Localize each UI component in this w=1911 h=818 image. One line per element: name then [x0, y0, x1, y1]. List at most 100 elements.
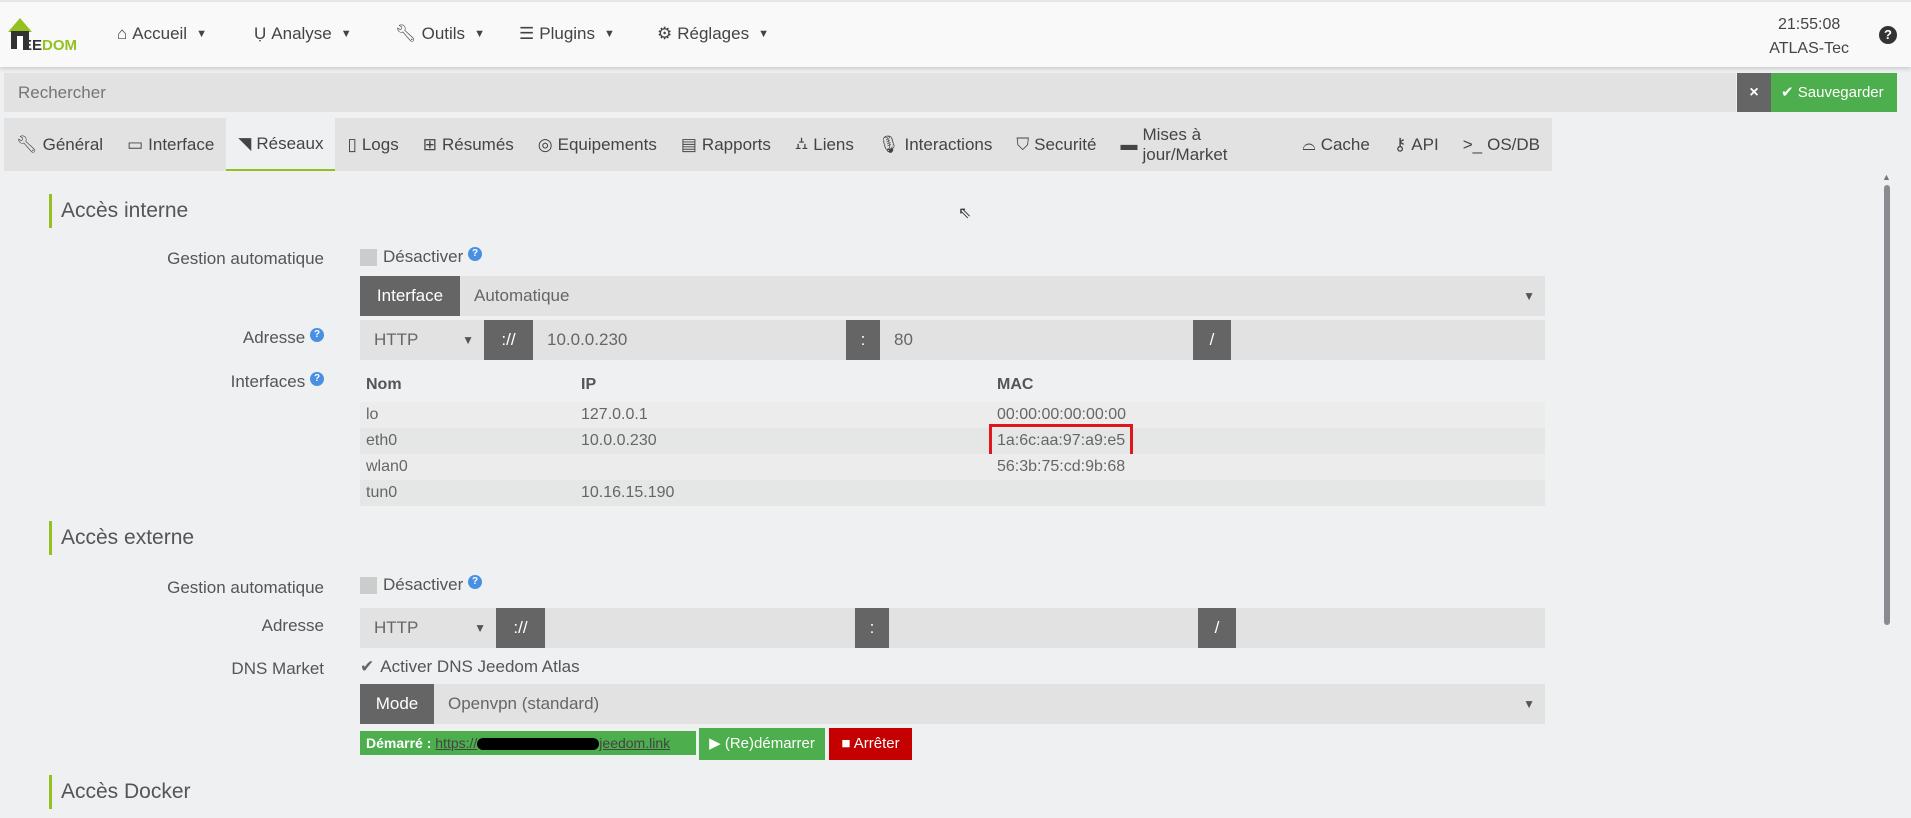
rss-icon: ◥: [238, 133, 252, 153]
key-icon: ⚷: [1393, 134, 1407, 154]
protocol-select-external[interactable]: HTTP ▼: [360, 608, 496, 648]
ip-input-internal[interactable]: 10.0.0.230: [533, 320, 846, 360]
path-separator: /: [1198, 608, 1236, 648]
sitemap-icon: ⛼: [794, 133, 809, 153]
scrollbar-thumb[interactable]: [1884, 185, 1890, 625]
table-header: Nom IP MAC: [366, 376, 1034, 393]
stop-icon: ■: [841, 735, 851, 752]
help-icon[interactable]: ?: [1879, 26, 1897, 44]
restart-dns-button[interactable]: ▶ (Re)démarrer: [699, 728, 825, 760]
nav-analyse[interactable]: Ụ Analyse ▼: [254, 24, 352, 44]
scheme-separator: ://: [496, 608, 545, 648]
checkbox[interactable]: [360, 249, 377, 267]
caret-down-icon: ▼: [1523, 697, 1535, 711]
newspaper-icon: ▤: [680, 134, 697, 154]
table-row: tun0 10.16.15.190: [360, 480, 1545, 506]
mode-addon: Mode: [360, 684, 434, 724]
checkbox-dns-atlas[interactable]: ✔ Activer DNS Jeedom Atlas: [360, 657, 580, 677]
clock-user: 21:55:08 ATLAS-Tec: [1769, 13, 1849, 61]
tab-general[interactable]: 🔧︎ Général: [4, 118, 115, 171]
scroll-up-icon[interactable]: ▲: [1882, 172, 1891, 182]
user-name: ATLAS-Tec: [1769, 40, 1849, 57]
terminal-icon: >_: [1462, 134, 1483, 154]
table-row: lo 127.0.0.1 00:00:00:00:00:00: [360, 402, 1545, 428]
dns-url-link[interactable]: https://jeedom.link: [435, 735, 670, 751]
label-auto-external: Gestion automatique: [167, 578, 324, 597]
mode-select[interactable]: Openvpn (standard) ▼: [434, 684, 1545, 724]
label-address-internal: Adresse ?: [243, 328, 324, 348]
interface-addon: Interface: [360, 276, 460, 316]
interface-select[interactable]: Automatique ▼: [460, 276, 1545, 316]
label-dns-market: DNS Market: [231, 659, 324, 678]
hdd-icon: ⌓: [1302, 134, 1316, 154]
path-input-internal[interactable]: [1231, 320, 1545, 360]
home-icon: ⌂: [117, 24, 128, 43]
label-interfaces: Interfaces ?: [231, 372, 324, 392]
caret-down-icon: ▼: [474, 621, 486, 635]
nav-reglages[interactable]: ⚙ Réglages ▼: [657, 24, 769, 44]
equipment-icon: ◎: [537, 134, 553, 154]
tab-mises-a-jour[interactable]: ▬ Mises à jour/Market: [1108, 118, 1290, 171]
checkbox-disable-external[interactable]: Désactiver ?: [360, 575, 483, 595]
port-separator: :: [855, 608, 889, 648]
port-input-external[interactable]: [889, 608, 1198, 648]
highlighted-mac: 1a:6c:aa:97:a9:e5: [988, 424, 1134, 458]
help-question-icon[interactable]: ?: [310, 372, 324, 386]
port-input-internal[interactable]: 80: [880, 320, 1193, 360]
check-icon[interactable]: ✔: [360, 657, 374, 676]
tab-logs[interactable]: ▯ Logs: [335, 118, 410, 171]
laptop-icon: ▭: [127, 134, 144, 154]
section-title-internal: Accès interne: [49, 194, 188, 228]
checkbox[interactable]: [360, 577, 377, 595]
jeedom-logo[interactable]: EEDOM: [6, 16, 92, 56]
clear-search-button[interactable]: ×: [1737, 73, 1771, 112]
help-question-icon[interactable]: ?: [468, 575, 483, 589]
shield-icon: ⛉: [1016, 134, 1030, 154]
search-input[interactable]: [4, 73, 1736, 112]
tab-equipements[interactable]: ◎ Equipements: [526, 118, 669, 171]
save-button[interactable]: ✔ Sauvegarder: [1771, 73, 1897, 112]
checkbox-disable-internal[interactable]: Désactiver ?: [360, 247, 483, 267]
caret-down-icon: ▼: [340, 28, 352, 40]
caret-down-icon: ▼: [604, 28, 615, 40]
nav-plugins[interactable]: ☰ Plugins ▼: [519, 24, 615, 44]
nav-accueil[interactable]: ⌂ Accueil ▼: [117, 24, 207, 44]
tab-interactions[interactable]: 🎙︎ Interactions: [866, 118, 1004, 171]
protocol-select-internal[interactable]: HTTP ▼: [360, 320, 484, 360]
tab-liens[interactable]: ⛼ Liens: [783, 118, 866, 171]
path-input-external[interactable]: [1236, 608, 1545, 648]
tab-resumes[interactable]: ⊞ Résumés: [411, 118, 526, 171]
tab-securite[interactable]: ⛉ Securité: [1004, 118, 1108, 171]
wrench-icon: 🔧︎: [16, 134, 38, 154]
dns-status-badge: Démarré : https://jeedom.link: [360, 731, 696, 755]
table-row: wlan0 56:3b:75:cd:9b:68: [360, 454, 1545, 480]
section-title-docker: Accès Docker: [49, 775, 191, 809]
help-question-icon[interactable]: ?: [310, 328, 324, 342]
tab-cache[interactable]: ⌓ Cache: [1290, 118, 1382, 171]
list-icon: ☰: [519, 24, 535, 43]
caret-down-icon: ▼: [474, 28, 485, 40]
tab-os-db[interactable]: >_ OS/DB: [1451, 118, 1552, 171]
top-navbar: EEDOM ⌂ Accueil ▼ Ụ Analyse ▼ 🔧︎ Outils ▼ ☰ Plu…: [0, 0, 1911, 67]
microphone-icon: 🎙︎: [877, 134, 900, 154]
table-row: eth0 10.0.0.230 1a:6c:aa:97:a9:e5: [360, 424, 1545, 458]
host-input-external[interactable]: [545, 608, 855, 648]
stop-dns-button[interactable]: ■ Arrêter: [829, 728, 912, 760]
interfaces-table: Nom IP MAC lo 127.0.0.1 00:00:00:00:00:00 et…: [360, 372, 1545, 506]
label-auto-internal: Gestion automatique: [167, 249, 324, 268]
tab-reseaux[interactable]: ◥ Réseaux: [226, 118, 336, 171]
th-large-icon: ⊞: [422, 134, 437, 154]
tab-interface[interactable]: ▭ Interface: [115, 118, 226, 171]
tab-bar: 🔧︎ Général ▭ Interface ◥ Réseaux ▯ Logs ⊞ Rés…: [4, 118, 1552, 171]
section-title-external: Accès externe: [49, 521, 194, 555]
mouse-cursor-icon: ⇖: [958, 205, 972, 222]
play-icon: ▶: [709, 735, 721, 752]
nav-outils[interactable]: 🔧︎ Outils ▼: [395, 24, 485, 44]
tab-rapports[interactable]: ▤ Rapports: [669, 118, 783, 171]
help-question-icon[interactable]: ?: [468, 247, 483, 261]
tab-api[interactable]: ⚷ API: [1382, 118, 1451, 171]
check-circle-icon: ✔: [1781, 84, 1798, 101]
scheme-separator: ://: [484, 320, 533, 360]
caret-down-icon: ▼: [758, 28, 769, 40]
file-icon: ▯: [347, 134, 357, 154]
